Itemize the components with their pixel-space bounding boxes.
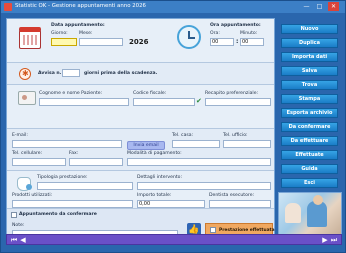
photo-figure-patient <box>285 203 301 223</box>
payment-input[interactable] <box>127 158 271 166</box>
amount-input[interactable]: 0,00 <box>137 200 205 208</box>
email-input[interactable] <box>12 140 122 148</box>
month-label: Mese: <box>79 31 93 36</box>
month-select[interactable] <box>79 38 123 46</box>
patient-section: Cognome e nome Paziente: Codice fiscale:… <box>7 85 274 129</box>
home-phone-input[interactable] <box>172 140 220 148</box>
minimize-button[interactable]: — <box>301 2 312 11</box>
help-button[interactable]: Guida <box>281 164 338 174</box>
mobile-label: Tel. cellulare: <box>12 151 43 156</box>
app-icon <box>4 3 12 11</box>
email-label: E-mail: <box>12 133 28 138</box>
date-label: Data appuntamento: <box>51 23 105 28</box>
patient-card-icon <box>18 91 36 105</box>
title-bar: Statistic OK - Gestione appuntamenti ann… <box>1 1 345 13</box>
action-menu: Nuovo Duplica Importa dati Salva Trova S… <box>278 18 342 245</box>
day-select[interactable] <box>51 38 77 46</box>
export-archive-button[interactable]: Esporta archivio <box>281 108 338 118</box>
alarm-icon <box>19 68 31 80</box>
new-button[interactable]: Nuovo <box>281 24 338 34</box>
tax-code-input[interactable] <box>133 98 195 106</box>
patient-name-label: Cognome e nome Paziente: <box>39 91 103 96</box>
to-confirm-button[interactable]: Da confermare <box>281 122 338 132</box>
tax-code-label: Codice fiscale: <box>133 91 167 96</box>
window-title: Statistic OK - Gestione appuntamenti ann… <box>15 3 146 9</box>
last-record-icon[interactable]: ⏭ <box>330 236 338 244</box>
products-label: Prodotti utilizzati: <box>12 193 53 198</box>
duplicate-button[interactable]: Duplica <box>281 38 338 48</box>
performed-button[interactable]: Effettuate <box>281 150 338 160</box>
products-input[interactable] <box>12 200 133 208</box>
reminder-days-input[interactable] <box>62 69 80 77</box>
service-done-label: Prestazione effettuata <box>219 228 275 233</box>
service-section: Tipologia prestazione: Dettagli interven… <box>7 171 274 209</box>
tax-code-check-icon[interactable]: ✔ <box>196 97 202 105</box>
minute-label: Minuto: <box>240 31 258 36</box>
details-input[interactable] <box>137 182 271 190</box>
close-button[interactable]: ✕ <box>328 2 339 11</box>
fax-label: Fax: <box>69 151 79 156</box>
next-record-icon[interactable]: ▶ <box>321 236 329 244</box>
details-label: Dettagli intervento: <box>137 175 183 180</box>
service-type-label: Tipologia prestazione: <box>37 175 88 180</box>
office-phone-input[interactable] <box>223 140 271 148</box>
hour-select[interactable]: 00 <box>210 38 234 46</box>
maximize-button[interactable]: □ <box>314 2 325 11</box>
contacts-section: E-mail: Invia email Tel. casa: Tel. uffi… <box>7 129 274 171</box>
dentist-label: Dentista esecutore: <box>209 193 255 198</box>
service-type-input[interactable] <box>37 182 133 190</box>
app-window: Statistic OK - Gestione appuntamenti ann… <box>0 0 346 253</box>
time-separator: : <box>236 38 239 45</box>
service-done-checkbox[interactable] <box>210 227 216 233</box>
previous-record-icon[interactable]: ◀ <box>19 236 27 244</box>
office-phone-label: Tel. ufficio: <box>223 133 248 138</box>
notes-label: Note: <box>12 223 25 228</box>
first-record-icon[interactable]: ⏮ <box>10 236 18 244</box>
save-button[interactable]: Salva <box>281 66 338 76</box>
appointment-form: Data appuntamento: Giorno: Mese: 2026 Or… <box>6 18 275 245</box>
time-label: Ora appuntamento: <box>210 23 261 28</box>
contact-input[interactable] <box>205 98 271 106</box>
patient-name-input[interactable] <box>39 98 129 106</box>
reminder-section: Avvisa n. giorni prima della scadenza. <box>7 63 274 85</box>
mobile-input[interactable] <box>12 158 66 166</box>
record-navigation-bar: ⏮ ◀ ▶ ⏭ <box>6 234 342 245</box>
contact-label: Recapito preferenziale: <box>205 91 259 96</box>
tooth-icon <box>17 177 32 191</box>
payment-label: Modalità di pagamento: <box>127 151 182 156</box>
print-button[interactable]: Stampa <box>281 94 338 104</box>
minute-select[interactable]: 00 <box>240 38 264 46</box>
reminder-prefix: Avvisa n. <box>38 71 62 76</box>
clock-icon <box>177 25 201 49</box>
calendar-icon <box>19 27 41 49</box>
to-confirm-label: Appuntamento da confermare <box>19 212 97 217</box>
fax-input[interactable] <box>69 158 123 166</box>
dentist-input[interactable] <box>209 200 271 208</box>
date-time-section: Data appuntamento: Giorno: Mese: 2026 Or… <box>7 19 274 63</box>
send-email-button[interactable]: Invia email <box>127 141 165 150</box>
import-data-button[interactable]: Importa dati <box>281 52 338 62</box>
exit-button[interactable]: Esci <box>281 178 338 188</box>
home-phone-label: Tel. casa: <box>172 133 194 138</box>
amount-label: Importo totale: <box>137 193 172 198</box>
reminder-suffix: giorni prima della scadenza. <box>84 71 158 76</box>
find-button[interactable]: Trova <box>281 80 338 90</box>
to-confirm-checkbox[interactable] <box>11 212 17 218</box>
year-value: 2026 <box>129 38 149 46</box>
day-label: Giorno: <box>51 31 68 36</box>
photo-figure-head <box>313 195 323 205</box>
hour-label: Ora: <box>210 31 220 36</box>
to-perform-button[interactable]: Da effettuare <box>281 136 338 146</box>
